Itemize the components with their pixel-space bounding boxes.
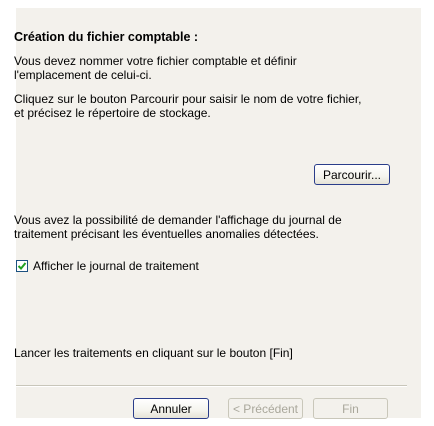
divider xyxy=(16,385,407,387)
journal-checkbox-row[interactable]: Afficher le journal de traitement xyxy=(16,259,199,273)
browse-instructions: Cliquez sur le bouton Parcourir pour sai… xyxy=(14,92,362,120)
intro-text: Vous devez nommer votre fichier comptabl… xyxy=(14,54,297,82)
journal-text: Vous avez la possibilité de demander l'a… xyxy=(14,213,342,241)
finish-instructions: Lancer les traitements en cliquant sur l… xyxy=(14,346,293,360)
journal-checkbox[interactable] xyxy=(16,260,28,272)
finish-button[interactable]: Fin xyxy=(313,398,388,419)
previous-button[interactable]: < Précédent xyxy=(228,398,303,419)
section-title: Création du fichier comptable : xyxy=(14,30,199,44)
journal-checkbox-label[interactable]: Afficher le journal de traitement xyxy=(33,259,199,273)
browse-button[interactable]: Parcourir... xyxy=(314,164,390,185)
checkmark-icon xyxy=(17,262,27,270)
cancel-button[interactable]: Annuler xyxy=(133,398,209,419)
